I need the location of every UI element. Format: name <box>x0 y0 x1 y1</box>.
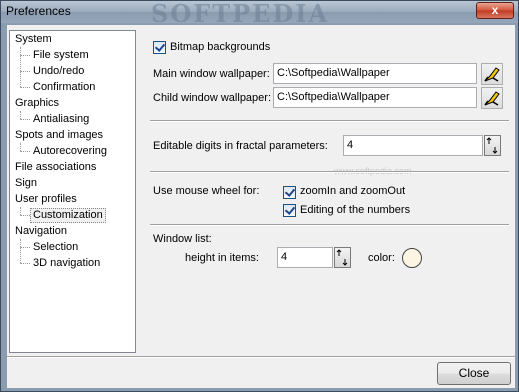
spin-arrows-icon <box>486 137 498 154</box>
tree-item-file-system[interactable]: File system <box>31 48 91 63</box>
window-title: Preferences <box>6 4 71 18</box>
zoom-checkbox[interactable] <box>283 186 296 199</box>
tree-connector <box>20 119 30 120</box>
mouse-wheel-label: Use mouse wheel for: <box>153 185 260 197</box>
editable-digits-input[interactable]: 4 <box>343 135 483 156</box>
editable-digits-label: Editable digits in fractal parameters: <box>153 140 328 152</box>
tree-item-sign[interactable]: Sign <box>13 176 39 191</box>
tree-item-customization[interactable]: Customization <box>30 208 106 223</box>
color-label: color: <box>368 252 395 264</box>
tree-connector <box>20 207 21 215</box>
separator <box>150 224 509 226</box>
tree-item-autorecovering[interactable]: Autorecovering <box>31 144 109 159</box>
tree-connector <box>20 47 21 87</box>
color-swatch[interactable] <box>402 248 422 268</box>
tree-item-selection[interactable]: Selection <box>31 240 80 255</box>
main-wallpaper-label: Main window wallpaper: <box>153 68 270 80</box>
tree-connector <box>20 55 30 56</box>
separator <box>150 120 509 122</box>
window-close-button[interactable]: x <box>476 2 514 19</box>
child-wallpaper-browse-button[interactable] <box>481 87 503 109</box>
tree-connector <box>20 263 30 264</box>
dialog-client-area: System File system Undo/redo Confirmatio… <box>7 25 515 388</box>
bitmap-backgrounds-label: Bitmap backgrounds <box>170 41 271 53</box>
customization-panel: Bitmap backgrounds Main window wallpaper… <box>144 30 515 353</box>
tree-item-undo-redo[interactable]: Undo/redo <box>31 64 86 79</box>
editing-numbers-label: Editing of the numbers <box>300 204 411 216</box>
tree-item-confirmation[interactable]: Confirmation <box>31 80 97 95</box>
bitmap-backgrounds-checkbox[interactable] <box>153 41 166 54</box>
paint-brush-icon <box>484 67 500 82</box>
category-tree[interactable]: System File system Undo/redo Confirmatio… <box>9 30 136 353</box>
tree-item-antialiasing[interactable]: Antialiasing <box>31 112 91 127</box>
tree-item-user-profiles[interactable]: User profiles <box>13 192 79 207</box>
editing-numbers-checkbox[interactable] <box>283 204 296 217</box>
zoom-label: zoomIn and zoomOut <box>300 185 406 197</box>
close-icon: x <box>491 3 499 17</box>
tree-connector <box>20 111 21 119</box>
height-in-items-spinner[interactable] <box>334 247 351 268</box>
tree-connector <box>20 87 30 88</box>
tree-connector <box>20 143 21 151</box>
tree-item-graphics[interactable]: Graphics <box>13 96 61 111</box>
paint-brush-icon <box>484 91 500 106</box>
tree-item-navigation[interactable]: Navigation <box>13 224 69 239</box>
height-in-items-label: height in items: <box>185 252 259 264</box>
spin-arrows-icon <box>336 249 348 266</box>
window-list-label: Window list: <box>153 233 212 245</box>
softpedia-watermark: SOFTPEDIA <box>151 0 330 28</box>
separator <box>150 171 509 173</box>
tree-connector <box>20 151 30 152</box>
tree-item-file-associations[interactable]: File associations <box>13 160 98 175</box>
tree-connector <box>20 239 21 263</box>
tree-item-system[interactable]: System <box>13 32 54 47</box>
child-wallpaper-input[interactable]: C:\Softpedia\Wallpaper <box>273 87 477 108</box>
tree-item-spots-and-images[interactable]: Spots and images <box>13 128 105 143</box>
main-wallpaper-input[interactable]: C:\Softpedia\Wallpaper <box>273 63 477 84</box>
tree-connector <box>20 247 30 248</box>
editable-digits-spinner[interactable] <box>484 135 501 156</box>
close-button[interactable]: Close <box>437 362 511 385</box>
tree-connector <box>20 215 30 216</box>
child-wallpaper-label: Child window wallpaper: <box>153 92 272 104</box>
tree-item-3d-navigation[interactable]: 3D navigation <box>31 256 102 271</box>
main-wallpaper-browse-button[interactable] <box>481 63 503 85</box>
height-in-items-input[interactable]: 4 <box>277 247 333 268</box>
footer-separator <box>7 356 515 358</box>
title-bar[interactable]: Preferences SOFTPEDIA x <box>1 0 518 28</box>
tree-connector <box>20 71 30 72</box>
preferences-window: Preferences SOFTPEDIA x System File syst… <box>0 0 519 392</box>
